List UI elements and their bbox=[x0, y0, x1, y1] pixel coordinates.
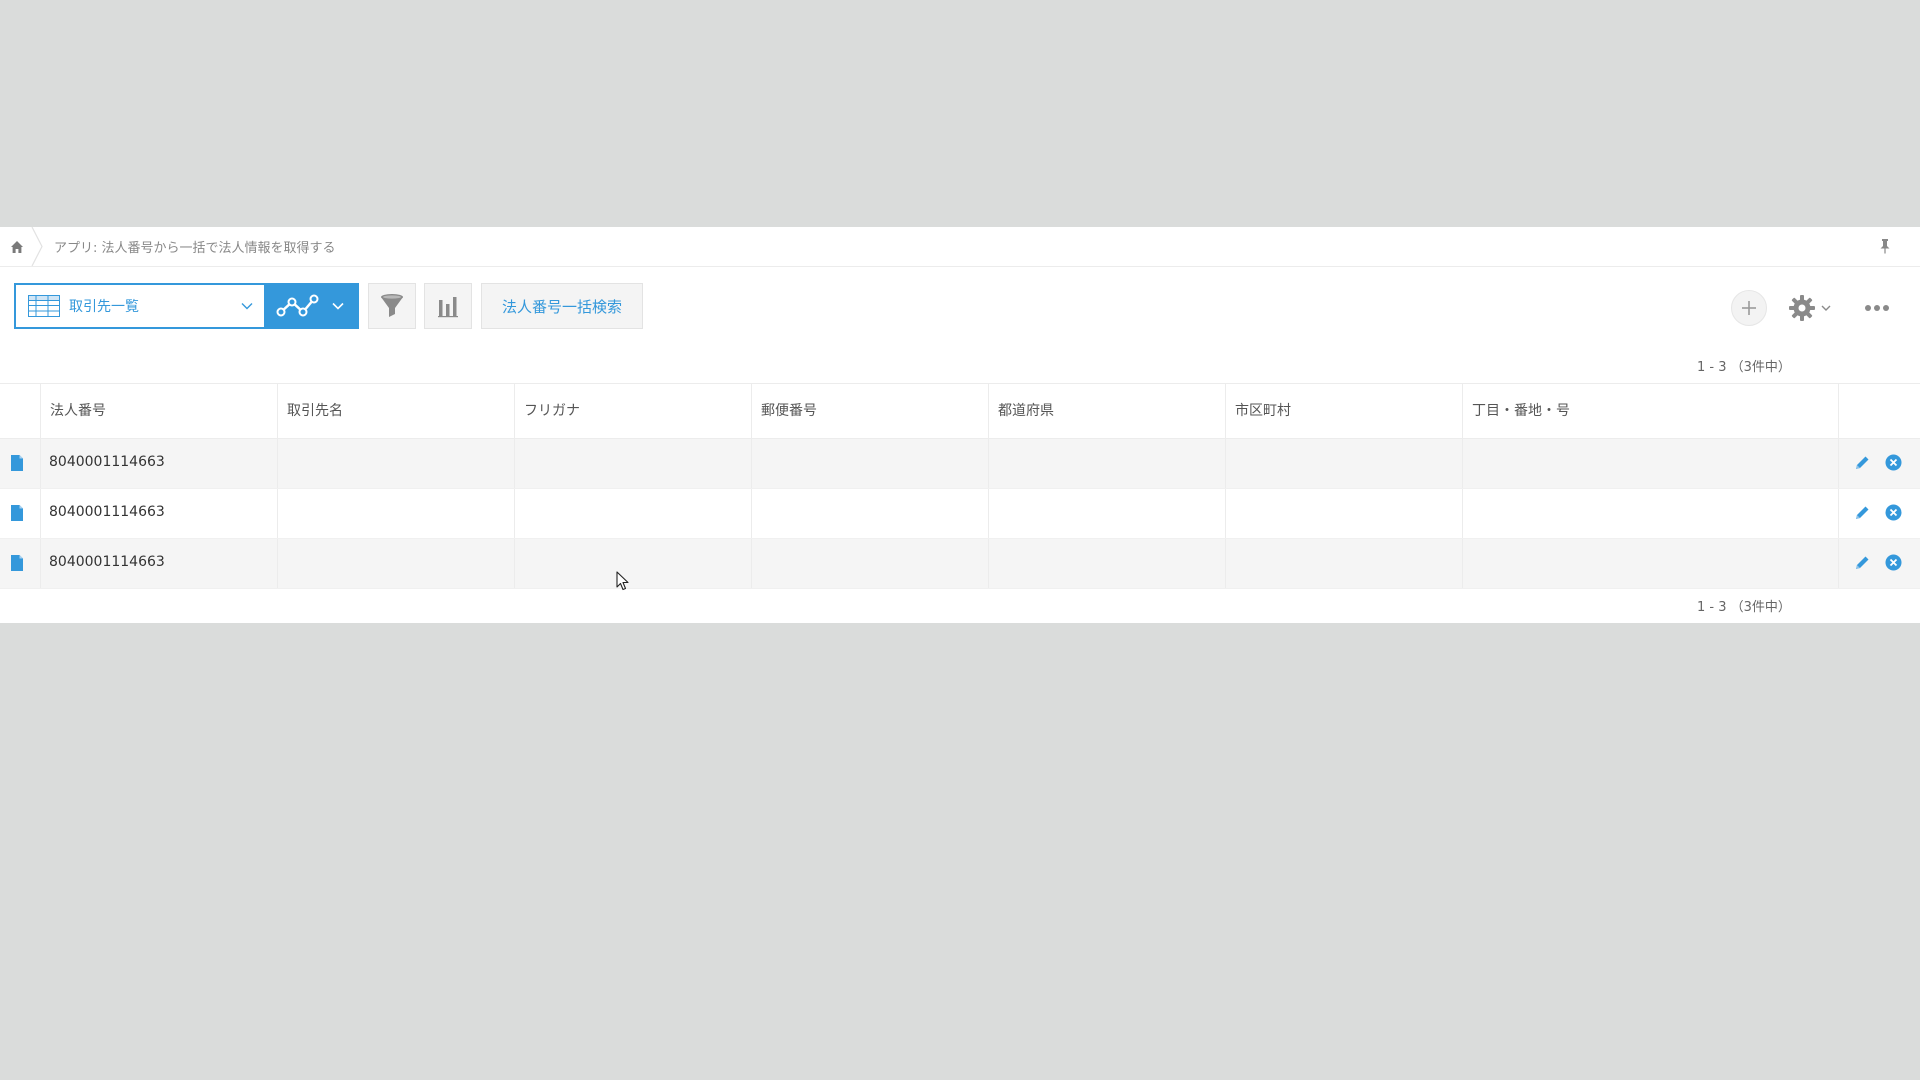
column-header-postal-code[interactable]: 郵便番号 bbox=[751, 384, 988, 438]
table-cell bbox=[1225, 489, 1462, 538]
table-cell bbox=[751, 489, 988, 538]
filter-icon bbox=[381, 294, 403, 317]
bar-chart-icon bbox=[438, 297, 458, 318]
column-header-prefecture[interactable]: 都道府県 bbox=[988, 384, 1225, 438]
home-icon bbox=[11, 240, 23, 253]
column-header-furigana[interactable]: フリガナ bbox=[514, 384, 751, 438]
filter-button[interactable] bbox=[368, 283, 416, 329]
chevron-down-icon bbox=[241, 303, 253, 310]
breadcrumb-separator-icon bbox=[31, 227, 43, 266]
pencil-icon[interactable] bbox=[1853, 554, 1871, 572]
table-row: 8040001114663 bbox=[0, 539, 1920, 589]
more-actions-button[interactable] bbox=[1862, 293, 1892, 323]
table-cell bbox=[988, 539, 1225, 588]
chevron-down-icon bbox=[332, 302, 344, 310]
corp-number-value: 8040001114663 bbox=[49, 504, 165, 520]
table-cell bbox=[1462, 539, 1838, 588]
app-settings-button[interactable] bbox=[1788, 291, 1838, 325]
table-cell bbox=[1462, 439, 1838, 488]
pin-button[interactable] bbox=[1876, 237, 1894, 255]
table-cell bbox=[751, 539, 988, 588]
record-count-top: 1 - 3 （3件中） bbox=[1697, 360, 1791, 375]
bulk-corp-number-search-button[interactable]: 法人番号一括検索 bbox=[481, 283, 643, 329]
column-header-street-address[interactable]: 丁目・番地・号 bbox=[1462, 384, 1838, 438]
corp-number-value: 8040001114663 bbox=[49, 554, 165, 570]
document-icon[interactable] bbox=[10, 505, 24, 521]
view-selector-label: 取引先一覧 bbox=[69, 299, 139, 315]
table-cell bbox=[514, 539, 751, 588]
column-header-city[interactable]: 市区町村 bbox=[1225, 384, 1462, 438]
header-actions-column bbox=[1838, 384, 1920, 438]
delete-icon[interactable] bbox=[1885, 454, 1902, 471]
table-cell bbox=[277, 439, 514, 488]
table-header: 法人番号 取引先名 フリガナ 郵便番号 都道府県 市区町村 丁目・番地・号 bbox=[0, 383, 1920, 439]
home-button[interactable] bbox=[0, 227, 34, 266]
record-table: 法人番号 取引先名 フリガナ 郵便番号 都道府県 市区町村 丁目・番地・号 80… bbox=[0, 383, 1920, 589]
view-selector-inner: 取引先一覧 bbox=[16, 285, 264, 327]
table-cell bbox=[277, 489, 514, 538]
table-cell bbox=[1838, 439, 1920, 488]
pencil-icon[interactable] bbox=[1853, 454, 1871, 472]
plus-icon bbox=[1742, 301, 1756, 315]
corp-number-value: 8040001114663 bbox=[49, 454, 165, 470]
table-cell bbox=[988, 489, 1225, 538]
breadcrumb-bar: アプリ: 法人番号から一括で法人情報を取得する bbox=[0, 227, 1920, 267]
add-record-button[interactable] bbox=[1731, 290, 1767, 326]
table-cell bbox=[751, 439, 988, 488]
table-cell bbox=[514, 439, 751, 488]
table-row: 8040001114663 bbox=[0, 489, 1920, 539]
more-icon bbox=[1865, 305, 1889, 311]
table-cell bbox=[1462, 489, 1838, 538]
chevron-down-icon bbox=[1821, 305, 1831, 311]
header-icon-column bbox=[0, 384, 40, 438]
table-view-icon bbox=[28, 295, 60, 317]
gear-icon bbox=[1789, 295, 1815, 321]
view-selector[interactable]: 取引先一覧 bbox=[14, 283, 266, 329]
pencil-icon[interactable] bbox=[1853, 504, 1871, 522]
document-icon[interactable] bbox=[10, 555, 24, 571]
delete-icon[interactable] bbox=[1885, 504, 1902, 521]
table-cell bbox=[277, 539, 514, 588]
document-icon[interactable] bbox=[10, 455, 24, 471]
column-header-corp-number[interactable]: 法人番号 bbox=[40, 384, 277, 438]
delete-icon[interactable] bbox=[1885, 554, 1902, 571]
graph-icon bbox=[276, 294, 319, 317]
record-count-bottom: 1 - 3 （3件中） bbox=[1697, 600, 1791, 615]
chart-button[interactable] bbox=[424, 283, 472, 329]
column-header-company-name[interactable]: 取引先名 bbox=[277, 384, 514, 438]
mouse-cursor-icon bbox=[616, 571, 629, 591]
table-cell bbox=[1838, 489, 1920, 538]
table-cell bbox=[988, 439, 1225, 488]
table-cell bbox=[1838, 539, 1920, 588]
table-cell bbox=[1225, 439, 1462, 488]
pin-icon bbox=[1880, 239, 1890, 254]
table-row: 8040001114663 bbox=[0, 439, 1920, 489]
graph-selector[interactable] bbox=[266, 283, 359, 329]
table-cell bbox=[514, 489, 751, 538]
app-panel: アプリ: 法人番号から一括で法人情報を取得する 取引先一覧 法人番号一括検索 1… bbox=[0, 227, 1920, 623]
breadcrumb-app-link[interactable]: アプリ: 法人番号から一括で法人情報を取得する bbox=[54, 237, 336, 256]
table-cell bbox=[1225, 539, 1462, 588]
